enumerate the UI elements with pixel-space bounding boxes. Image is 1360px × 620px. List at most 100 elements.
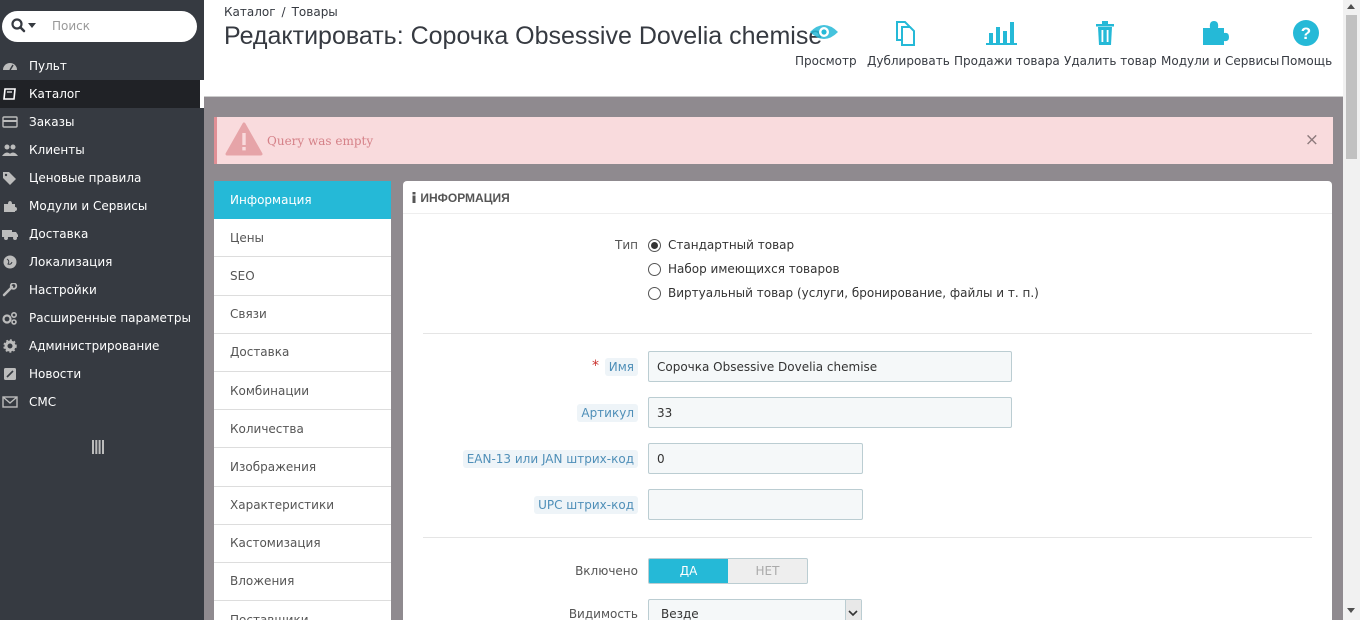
- sidebar-item-advanced[interactable]: Расширенные параметры: [0, 304, 204, 332]
- sidebar-item-shipping[interactable]: Доставка: [0, 220, 204, 248]
- preview-label: Просмотр: [795, 54, 857, 68]
- search-placeholder: Поиск: [52, 19, 91, 33]
- sidebar-item-catalog[interactable]: Каталог: [0, 80, 204, 108]
- enabled-no-option[interactable]: НЕТ: [728, 559, 807, 583]
- tab-suppliers[interactable]: Поставщики: [214, 601, 391, 620]
- envelope-icon: [2, 396, 18, 408]
- tab-customization[interactable]: Кастомизация: [214, 525, 391, 563]
- radio-unchecked-icon[interactable]: [648, 286, 661, 300]
- tab-information[interactable]: Информация: [214, 181, 391, 220]
- sidebar: Поиск Пульт Каталог Заказы Клиенты Ценов…: [0, 0, 204, 620]
- product-sales-button[interactable]: Продажи товара: [954, 18, 1060, 78]
- sidebar-item-label: Настройки: [29, 283, 97, 297]
- radio-checked-icon[interactable]: [648, 238, 661, 252]
- book-icon: [3, 88, 16, 100]
- delete-product-button[interactable]: Удалить товар: [1064, 18, 1157, 78]
- sidebar-item-label: Новости: [29, 367, 82, 381]
- sidebar-item-label: Клиенты: [29, 143, 85, 157]
- users-icon: [2, 144, 18, 156]
- search-icon[interactable]: [11, 18, 39, 34]
- enabled-yes-option[interactable]: ДА: [649, 559, 728, 583]
- duplicate-label: Дублировать: [867, 54, 950, 68]
- tab-associations[interactable]: Связи: [214, 296, 391, 334]
- sku-label: Артикул: [577, 404, 638, 422]
- tab-seo[interactable]: SEO: [214, 257, 391, 296]
- breadcrumb-catalog[interactable]: Каталог: [224, 5, 276, 19]
- enabled-toggle[interactable]: ДА НЕТ: [648, 558, 808, 584]
- radio-unchecked-icon[interactable]: [648, 262, 661, 276]
- sidebar-item-customers[interactable]: Клиенты: [0, 136, 204, 164]
- chevron-down-icon[interactable]: [845, 600, 861, 620]
- sidebar-item-label: Расширенные параметры: [29, 311, 192, 325]
- type-standard-radio[interactable]: Стандартный товар: [648, 238, 794, 252]
- tab-features[interactable]: Характеристики: [214, 487, 391, 525]
- panel-heading-text: ИНФОРМАЦИЯ: [420, 191, 510, 205]
- modules-services-label: Модули и Сервисы: [1161, 54, 1280, 68]
- tab-prices[interactable]: Цены: [214, 219, 391, 258]
- scroll-down-arrow-icon[interactable]: [1347, 608, 1355, 613]
- sidebar-item-settings[interactable]: Настройки: [0, 276, 204, 304]
- breadcrumb-products[interactable]: Товары: [292, 5, 338, 19]
- scrollbar-thumb[interactable]: [1346, 15, 1357, 159]
- trash-icon: [1096, 21, 1114, 45]
- sidebar-item-dashboard[interactable]: Пульт: [0, 52, 204, 80]
- scroll-up-arrow-icon[interactable]: [1347, 4, 1355, 9]
- svg-text:?: ?: [1301, 24, 1311, 43]
- modules-services-button[interactable]: Модули и Сервисы: [1161, 18, 1280, 78]
- collapse-sidebar-icon[interactable]: [92, 440, 104, 454]
- sidebar-item-price-rules[interactable]: Ценовые правила: [0, 164, 204, 192]
- alert-message: Query was empty: [267, 134, 374, 148]
- product-sales-label: Продажи товара: [954, 54, 1060, 68]
- preview-button[interactable]: Просмотр: [795, 18, 857, 78]
- required-asterisk: *: [592, 358, 599, 374]
- sku-field[interactable]: [648, 397, 1012, 428]
- bar-chart-icon: [985, 22, 1017, 45]
- help-icon: ?: [1293, 20, 1319, 46]
- sidebar-item-modules[interactable]: Модули и Сервисы: [0, 192, 204, 220]
- sidebar-item-news[interactable]: Новости: [0, 360, 204, 388]
- eye-icon: [810, 25, 838, 39]
- sidebar-item-localization[interactable]: Локализация: [0, 248, 204, 276]
- visibility-select[interactable]: Везде: [648, 599, 862, 620]
- tab-attachments[interactable]: Вложения: [214, 563, 391, 602]
- news-icon: [4, 368, 16, 380]
- name-field[interactable]: [648, 351, 1012, 382]
- puzzle-icon: [1203, 21, 1229, 45]
- vertical-scrollbar[interactable]: [1343, 0, 1360, 620]
- upc-field[interactable]: [648, 489, 863, 520]
- sidebar-item-label: Каталог: [29, 87, 81, 101]
- info-icon: [412, 192, 416, 203]
- type-pack-radio[interactable]: Набор имеющихся товаров: [648, 262, 840, 276]
- gear-icon: [3, 339, 17, 353]
- sidebar-item-label: Локализация: [29, 255, 113, 269]
- sidebar-item-label: СМС: [29, 395, 57, 409]
- type-option-label: Набор имеющихся товаров: [668, 262, 840, 276]
- warning-icon: [225, 122, 263, 156]
- sidebar-item-label: Заказы: [29, 115, 75, 129]
- tab-combinations[interactable]: Комбинации: [214, 372, 391, 411]
- page-header: Каталог / Товары Редактировать: Сорочка Ob…: [204, 0, 1343, 97]
- sidebar-item-sms[interactable]: СМС: [0, 388, 204, 416]
- ean-field[interactable]: [648, 443, 863, 474]
- sidebar-item-label: Доставка: [29, 227, 89, 241]
- tab-shipping[interactable]: Доставка: [214, 334, 391, 372]
- sidebar-item-orders[interactable]: Заказы: [0, 108, 204, 136]
- tab-quantities[interactable]: Количества: [214, 410, 391, 449]
- cogs-icon: [2, 311, 18, 325]
- type-virtual-radio[interactable]: Виртуальный товар (услуги, бронирование,…: [648, 286, 1039, 300]
- duplicate-button[interactable]: Дублировать: [867, 18, 950, 78]
- wrench-icon: [2, 283, 18, 297]
- tags-icon: [3, 172, 16, 185]
- breadcrumb: Каталог / Товары: [224, 5, 338, 19]
- panel-heading-divider: [403, 213, 1332, 214]
- sidebar-item-administration[interactable]: Администрирование: [0, 332, 204, 360]
- close-icon[interactable]: ×: [1305, 130, 1319, 150]
- tab-images[interactable]: Изображения: [214, 448, 391, 487]
- search-input[interactable]: Поиск: [2, 11, 197, 42]
- globe-icon: [3, 255, 17, 269]
- type-label: Тип: [615, 238, 638, 252]
- help-button[interactable]: ? Помощь: [1281, 18, 1332, 78]
- visibility-value: Везде: [661, 607, 699, 620]
- truck-icon: [2, 230, 18, 240]
- enabled-label: Включено: [575, 564, 638, 578]
